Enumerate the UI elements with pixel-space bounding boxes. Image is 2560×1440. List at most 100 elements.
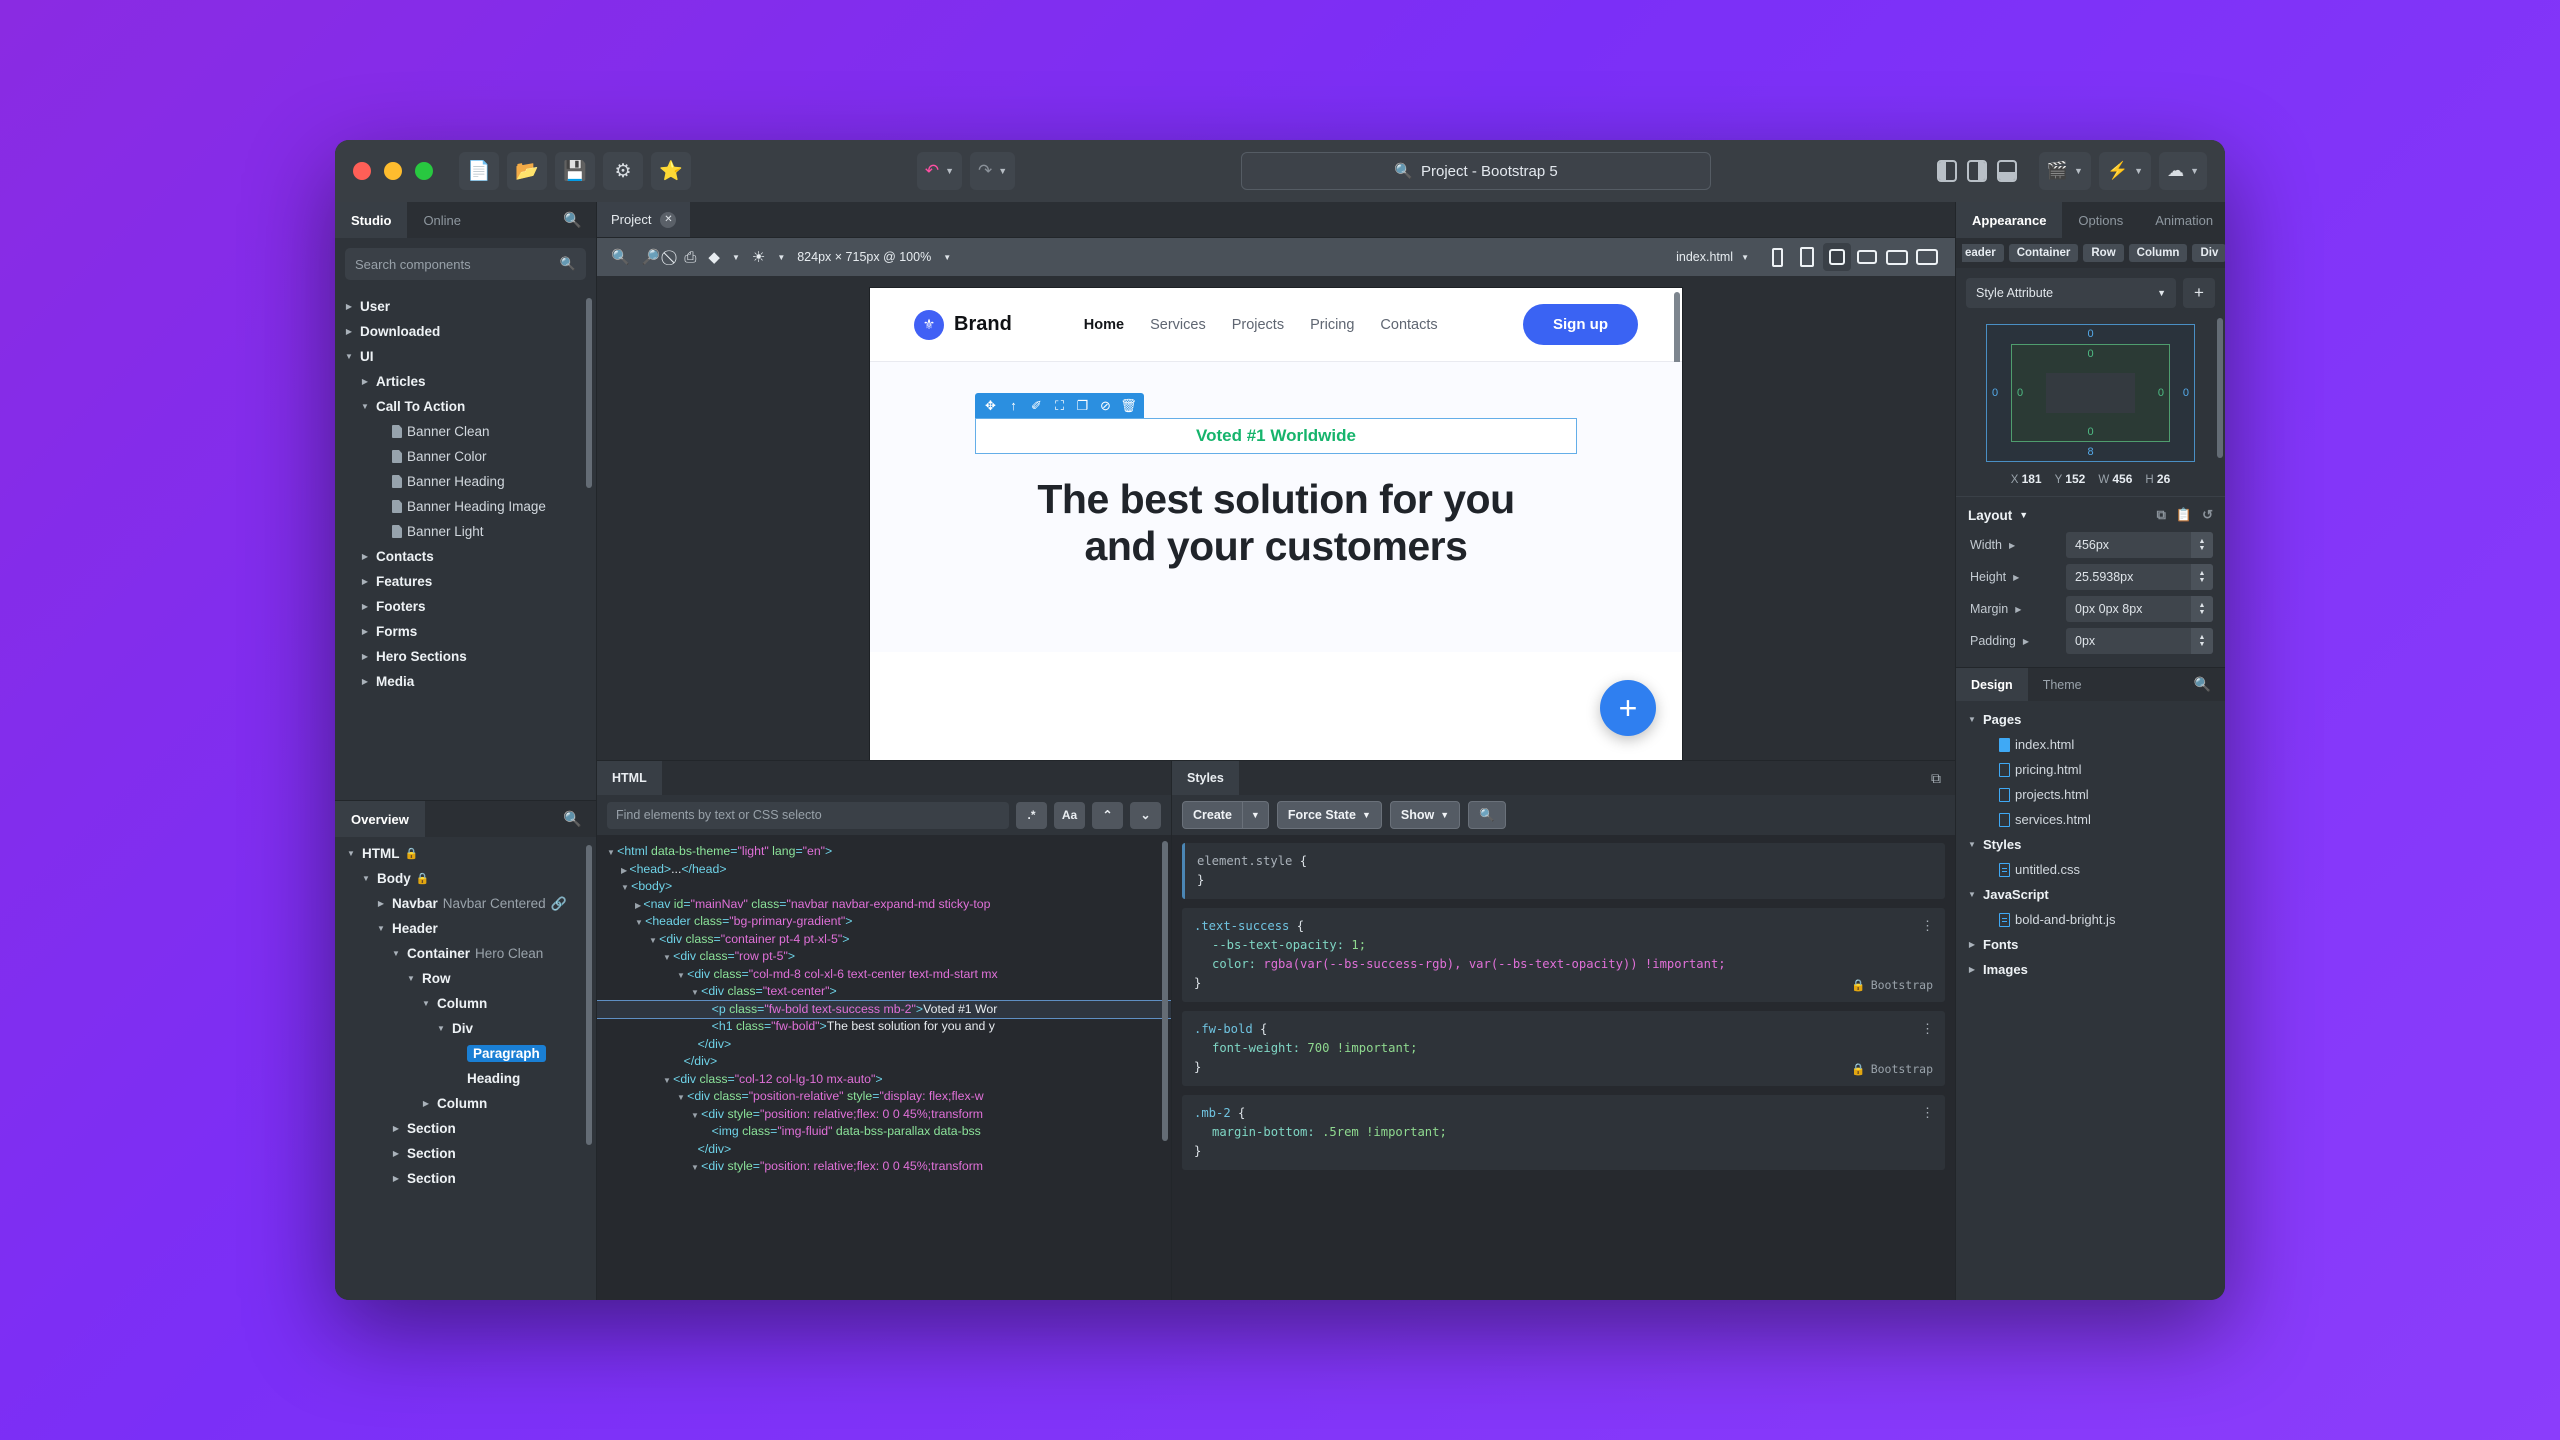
css-rule[interactable]: .mb-2 {margin-bottom: .5rem !important;}… (1182, 1095, 1945, 1170)
overview-tree-item[interactable]: ▼Body🔒 (335, 866, 596, 891)
zoom-in-icon[interactable]: 🔍 (611, 248, 630, 266)
tab-studio[interactable]: Studio (335, 202, 407, 238)
toggle-right-panel-button[interactable] (1967, 160, 1987, 182)
edit-pencil-icon[interactable]: ✐ (1027, 398, 1046, 414)
chevron-down-icon[interactable]: ▼ (405, 974, 417, 983)
chevron-right-icon[interactable]: ▶ (2023, 637, 2029, 646)
stepper-control[interactable]: ▲▼ (2191, 564, 2213, 590)
tab-styles[interactable]: Styles (1172, 761, 1239, 795)
layout-property-input[interactable]: 0px▲▼ (2066, 628, 2213, 654)
chevron-right-icon[interactable]: ▶ (359, 377, 371, 386)
design-tree-item[interactable]: untitled.css (1956, 857, 2225, 882)
styles-search-button[interactable]: 🔍 (1468, 801, 1506, 829)
chevron-right-icon[interactable]: ▶ (359, 627, 371, 636)
hero-heading[interactable]: The best solution for you and your custo… (870, 476, 1682, 570)
chevron-right-icon[interactable]: ▶ (390, 1124, 402, 1133)
css-rule-menu-icon[interactable]: ⋮ (1921, 1104, 1935, 1123)
html-code-line[interactable]: ▼ <header class="bg-primary-gradient"> (597, 913, 1171, 931)
component-tree-item[interactable]: ▶Articles (335, 369, 596, 394)
design-tree-item[interactable]: index.html (1956, 732, 2225, 757)
tab-overview[interactable]: Overview (335, 801, 425, 837)
signup-button[interactable]: Sign up (1523, 304, 1638, 345)
chevron-down-icon[interactable]: ▼ (635, 918, 645, 927)
css-value[interactable]: .5rem !important; (1322, 1125, 1447, 1139)
component-tree-item[interactable]: Banner Heading (335, 469, 596, 494)
resize-frame-icon[interactable]: ⎙ (684, 249, 696, 266)
css-declaration[interactable]: color: rgba(var(--bs-success-rgb), var(-… (1194, 955, 1933, 974)
css-selector[interactable]: element.style (1197, 854, 1292, 868)
component-tree-item[interactable]: Banner Color (335, 444, 596, 469)
overview-tree-item[interactable]: ▶Column (335, 1091, 596, 1116)
site-nav-link-projects[interactable]: Projects (1232, 317, 1284, 333)
html-code-line[interactable]: ▼ <div class="row pt-5"> (597, 948, 1171, 966)
global-search-input[interactable]: 🔍 Project - Bootstrap 5 (1241, 152, 1711, 190)
overview-tree-item[interactable]: ▶Section (335, 1116, 596, 1141)
html-code-line[interactable]: ▶ <nav id="mainNav" class="navbar navbar… (597, 896, 1171, 914)
html-code-line[interactable]: ▼ <div class="container pt-4 pt-xl-5"> (597, 931, 1171, 949)
html-code-line[interactable]: </div> (597, 1141, 1171, 1159)
chevron-right-icon[interactable]: ▶ (2009, 541, 2015, 550)
close-window-button[interactable] (353, 162, 371, 180)
chevron-right-icon[interactable]: ▶ (390, 1174, 402, 1183)
css-declaration[interactable]: font-weight: 700 !important; (1194, 1039, 1933, 1058)
css-rule[interactable]: .text-success {--bs-text-opacity: 1;colo… (1182, 908, 1945, 1002)
chevron-down-icon[interactable]: ▼ (1966, 890, 1978, 899)
design-tree-item[interactable]: ▼JavaScript (1956, 882, 2225, 907)
component-tree-item[interactable]: Banner Light (335, 519, 596, 544)
chevron-down-icon[interactable]: ▼ (345, 849, 357, 858)
toggle-left-panel-button[interactable] (1937, 160, 1957, 182)
close-icon[interactable]: ✕ (660, 212, 676, 228)
breadcrumb-div[interactable]: Div (2192, 244, 2225, 262)
tab-project[interactable]: Project ✕ (597, 202, 690, 237)
chevron-right-icon[interactable]: ▶ (359, 577, 371, 586)
padding-bottom-value[interactable]: 0 (2087, 426, 2093, 438)
design-tree-item[interactable]: projects.html (1956, 782, 2225, 807)
zoom-out-icon[interactable]: 🔎 (642, 248, 661, 266)
css-rule-menu-icon[interactable]: ⋮ (1921, 1020, 1935, 1039)
tab-appearance[interactable]: Appearance (1956, 202, 2062, 238)
find-next-button[interactable]: ⌄ (1130, 802, 1161, 829)
css-selector[interactable]: .text-success (1194, 919, 1289, 933)
create-rule-button[interactable]: Create (1182, 801, 1243, 829)
html-code-line[interactable]: ▼ <html data-bs-theme="light" lang="en"> (597, 843, 1171, 861)
overview-tree-item[interactable]: ▶Section (335, 1141, 596, 1166)
html-find-input[interactable]: Find elements by text or CSS selecto (607, 802, 1009, 829)
html-code-tree[interactable]: ▼ <html data-bs-theme="light" lang="en">… (597, 835, 1171, 1300)
chevron-down-icon[interactable]: ▼ (621, 883, 631, 892)
chevron-down-icon[interactable]: ▼ (375, 924, 387, 933)
component-tree-item[interactable]: ▶User (335, 294, 596, 319)
design-tree-item[interactable]: pricing.html (1956, 757, 2225, 782)
component-tree-item[interactable]: ▼UI (335, 344, 596, 369)
css-declaration[interactable]: --bs-text-opacity: 1; (1194, 936, 1933, 955)
design-tree-item[interactable]: bold-and-bright.js (1956, 907, 2225, 932)
hide-eye-icon[interactable]: ⊘ (1096, 398, 1115, 414)
chevron-down-icon[interactable]: ▼ (359, 402, 371, 411)
chevron-right-icon[interactable]: ▶ (2015, 605, 2021, 614)
overview-tree-item[interactable]: Heading (335, 1066, 596, 1091)
css-value[interactable]: 1; (1351, 938, 1366, 952)
chevron-down-icon[interactable]: ▼ (691, 1111, 701, 1120)
save-button[interactable]: 💾 (555, 152, 595, 190)
tab-html[interactable]: HTML (597, 761, 662, 795)
stepper-control[interactable]: ▲▼ (2191, 596, 2213, 622)
css-selector[interactable]: .fw-bold (1194, 1022, 1253, 1036)
chevron-down-icon[interactable]: ▼ (607, 848, 617, 857)
overview-tree-scrollbar[interactable] (586, 845, 592, 1145)
chevron-right-icon[interactable]: ▶ (1966, 940, 1978, 949)
html-code-line[interactable]: </div> (597, 1036, 1171, 1054)
device-wide-button[interactable] (1913, 243, 1941, 271)
style-attribute-select[interactable]: Style Attribute ▼ (1966, 278, 2176, 308)
component-tree-item[interactable]: ▶Hero Sections (335, 644, 596, 669)
tab-options[interactable]: Options (2062, 202, 2139, 238)
design-tree-item[interactable]: ▶Images (1956, 957, 2225, 982)
breadcrumb-row[interactable]: Row (2083, 244, 2123, 262)
design-tree-item[interactable]: ▶Fonts (1956, 932, 2225, 957)
css-rules-list[interactable]: element.style {}.text-success {--bs-text… (1172, 835, 1955, 1300)
html-code-line[interactable]: ▼ <body> (597, 878, 1171, 896)
chevron-right-icon[interactable]: ▶ (343, 302, 355, 311)
delete-trash-icon[interactable]: 🗑 (1119, 398, 1138, 414)
toggle-bottom-panel-button[interactable] (1997, 160, 2017, 182)
html-code-scrollbar[interactable] (1162, 841, 1168, 1141)
html-code-line[interactable]: ▼ <div style="position: relative;flex: 0… (597, 1106, 1171, 1124)
chevron-down-icon[interactable]: ▼ (943, 253, 951, 262)
